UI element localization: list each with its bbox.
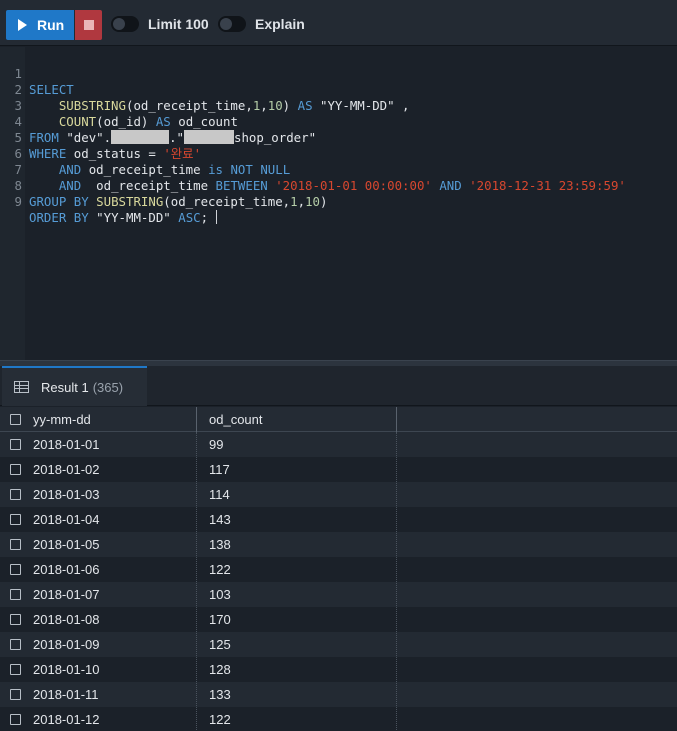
table-row[interactable]: 2018-01-01 99 — [0, 432, 677, 457]
cell-od-count[interactable]: 125 — [209, 632, 231, 657]
stop-icon — [83, 20, 94, 30]
code-line: 5 WHERE od_status = '완료' — [0, 114, 677, 161]
tab-count: (365) — [92, 379, 124, 395]
code-line: 4 FROM "dev". ." shop_order" — [0, 98, 677, 145]
explain-toggle[interactable] — [218, 16, 246, 32]
function-name: SUBSTRING — [96, 194, 164, 209]
text-cursor — [215, 210, 217, 224]
keyword: ORDER BY — [29, 210, 89, 225]
table-row[interactable]: 2018-01-09 125 — [0, 632, 677, 657]
code-line: 6 AND od_receipt_time is NOT NULL — [0, 130, 677, 177]
row-checkbox[interactable] — [10, 614, 21, 625]
table-row[interactable]: 2018-01-08 170 — [0, 607, 677, 632]
grid-header: yy-mm-dd od_count — [0, 407, 677, 432]
paren: ) — [319, 194, 328, 209]
comma: , — [297, 194, 306, 209]
limit-label: Limit 100 — [148, 16, 209, 32]
result-tab-bar: Result 1 (365) — [0, 366, 677, 406]
tab-label: Result 1 — [41, 379, 89, 395]
row-checkbox[interactable] — [10, 439, 21, 450]
row-checkbox[interactable] — [10, 689, 21, 700]
cell-yy-mm-dd[interactable]: 2018-01-05 — [33, 532, 100, 557]
column-resize-handle[interactable] — [396, 407, 397, 432]
code-line: 1 SELECT — [0, 50, 677, 97]
limit-toggle[interactable] — [111, 16, 139, 32]
cell-yy-mm-dd[interactable]: 2018-01-12 — [33, 707, 100, 731]
table-row[interactable]: 2018-01-07 103 — [0, 582, 677, 607]
table-icon — [14, 381, 29, 393]
row-checkbox[interactable] — [10, 514, 21, 525]
cell-yy-mm-dd[interactable]: 2018-01-11 — [33, 682, 99, 707]
column-divider — [396, 432, 397, 731]
row-checkbox[interactable] — [10, 539, 21, 550]
table-row[interactable]: 2018-01-11 133 — [0, 682, 677, 707]
table-row[interactable]: 2018-01-03 114 — [0, 482, 677, 507]
cell-od-count[interactable]: 133 — [209, 682, 231, 707]
code-line: 3 COUNT(od_id) AS od_count — [0, 82, 677, 129]
code-line: 8 GROUP BY SUBSTRING(od_receipt_time,1,1… — [0, 162, 677, 209]
row-checkbox[interactable] — [10, 664, 21, 675]
limit-toggle-knob — [113, 18, 125, 30]
stop-button[interactable] — [75, 10, 102, 40]
cell-od-count[interactable]: 128 — [209, 657, 231, 682]
sql-editor[interactable]: 1 SELECT 2 SUBSTRING(od_receipt_time,1,1… — [0, 47, 677, 360]
number: 10 — [305, 194, 320, 209]
cell-yy-mm-dd[interactable]: 2018-01-07 — [33, 582, 100, 607]
function-args: (od_receipt_time, — [163, 194, 291, 209]
row-checkbox[interactable] — [10, 564, 21, 575]
keyword: ASC — [178, 210, 201, 225]
run-label: Run — [37, 17, 65, 33]
table-row[interactable]: 2018-01-04 143 — [0, 507, 677, 532]
cell-yy-mm-dd[interactable]: 2018-01-06 — [33, 557, 100, 582]
table-row[interactable]: 2018-01-10 128 — [0, 657, 677, 682]
cell-od-count[interactable]: 103 — [209, 582, 231, 607]
cell-od-count[interactable]: 117 — [209, 457, 230, 482]
cell-yy-mm-dd[interactable]: 2018-01-02 — [33, 457, 100, 482]
line-number: 9 — [14, 194, 22, 209]
table-row[interactable]: 2018-01-05 138 — [0, 532, 677, 557]
cell-yy-mm-dd[interactable]: 2018-01-04 — [33, 507, 100, 532]
keyword: GROUP BY — [29, 194, 89, 209]
cell-yy-mm-dd[interactable]: 2018-01-03 — [33, 482, 100, 507]
cell-od-count[interactable]: 143 — [209, 507, 231, 532]
column-resize-handle[interactable] — [196, 407, 197, 432]
code-line: 9 ORDER BY "YY-MM-DD" ASC; — [0, 178, 677, 225]
alias: "YY-MM-DD" — [96, 210, 171, 225]
code-line: 7 AND od_receipt_time BETWEEN '2018-01-0… — [0, 146, 677, 193]
cell-od-count[interactable]: 138 — [209, 532, 231, 557]
semicolon: ; — [200, 210, 209, 225]
cell-yy-mm-dd[interactable]: 2018-01-10 — [33, 657, 100, 682]
explain-toggle-knob — [220, 18, 232, 30]
row-checkbox[interactable] — [10, 464, 21, 475]
explain-label: Explain — [255, 16, 305, 32]
cell-yy-mm-dd[interactable]: 2018-01-09 — [33, 632, 100, 657]
table-row[interactable]: 2018-01-02 117 — [0, 457, 677, 482]
table-row[interactable]: 2018-01-12 122 — [0, 707, 677, 731]
code-line: 2 SUBSTRING(od_receipt_time,1,10) AS "YY… — [0, 66, 677, 113]
cell-od-count[interactable]: 122 — [209, 707, 231, 731]
cell-od-count[interactable]: 122 — [209, 557, 231, 582]
row-checkbox[interactable] — [10, 639, 21, 650]
row-checkbox[interactable] — [10, 589, 21, 600]
cell-od-count[interactable]: 170 — [209, 607, 231, 632]
run-button[interactable]: Run — [6, 10, 74, 40]
table-row[interactable]: 2018-01-06 122 — [0, 557, 677, 582]
tab-result-1[interactable]: Result 1 (365) — [2, 366, 147, 406]
column-divider — [196, 432, 197, 731]
column-header-od-count[interactable]: od_count — [209, 407, 263, 432]
column-header-yy-mm-dd[interactable]: yy-mm-dd — [33, 407, 91, 432]
row-checkbox[interactable] — [10, 489, 21, 500]
play-icon — [18, 19, 27, 31]
cell-yy-mm-dd[interactable]: 2018-01-01 — [33, 432, 100, 457]
cell-od-count[interactable]: 114 — [209, 482, 230, 507]
cell-yy-mm-dd[interactable]: 2018-01-08 — [33, 607, 100, 632]
cell-od-count[interactable]: 99 — [209, 432, 223, 457]
number: 1 — [290, 194, 298, 209]
select-all-checkbox[interactable] — [10, 414, 21, 425]
row-checkbox[interactable] — [10, 714, 21, 725]
result-grid: yy-mm-dd od_count 2018-01-01 99 2018-01-02… — [0, 407, 677, 731]
toolbar: Run Limit 100 Explain — [0, 0, 677, 46]
